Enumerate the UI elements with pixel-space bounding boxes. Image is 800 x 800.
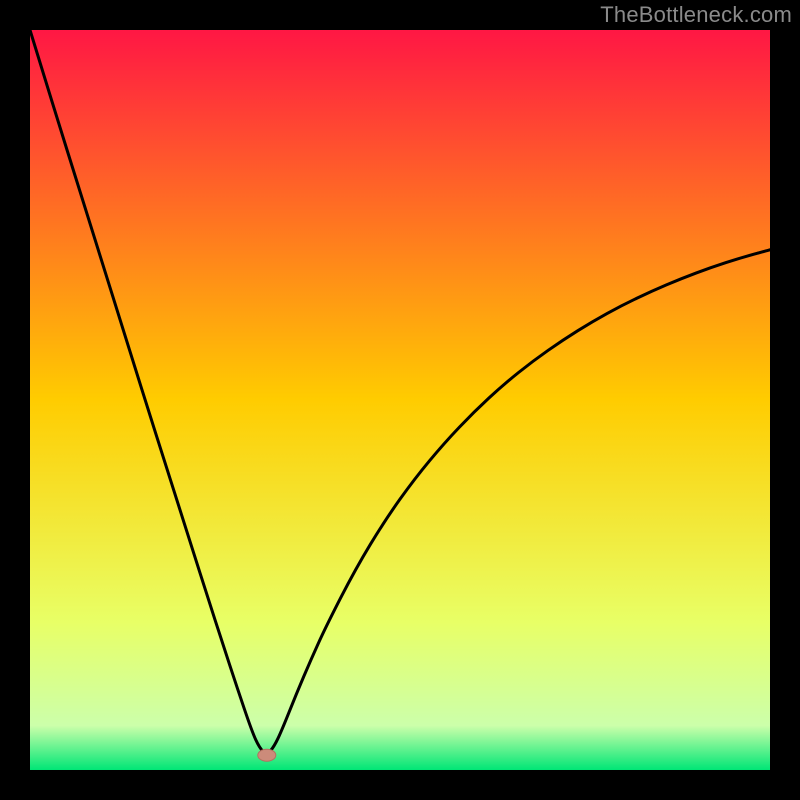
gradient-background xyxy=(30,30,770,770)
chart-frame: TheBottleneck.com xyxy=(0,0,800,800)
bottleneck-chart xyxy=(30,30,770,770)
optimum-marker xyxy=(258,749,276,761)
plot-area xyxy=(30,30,770,770)
watermark-text: TheBottleneck.com xyxy=(600,2,792,28)
